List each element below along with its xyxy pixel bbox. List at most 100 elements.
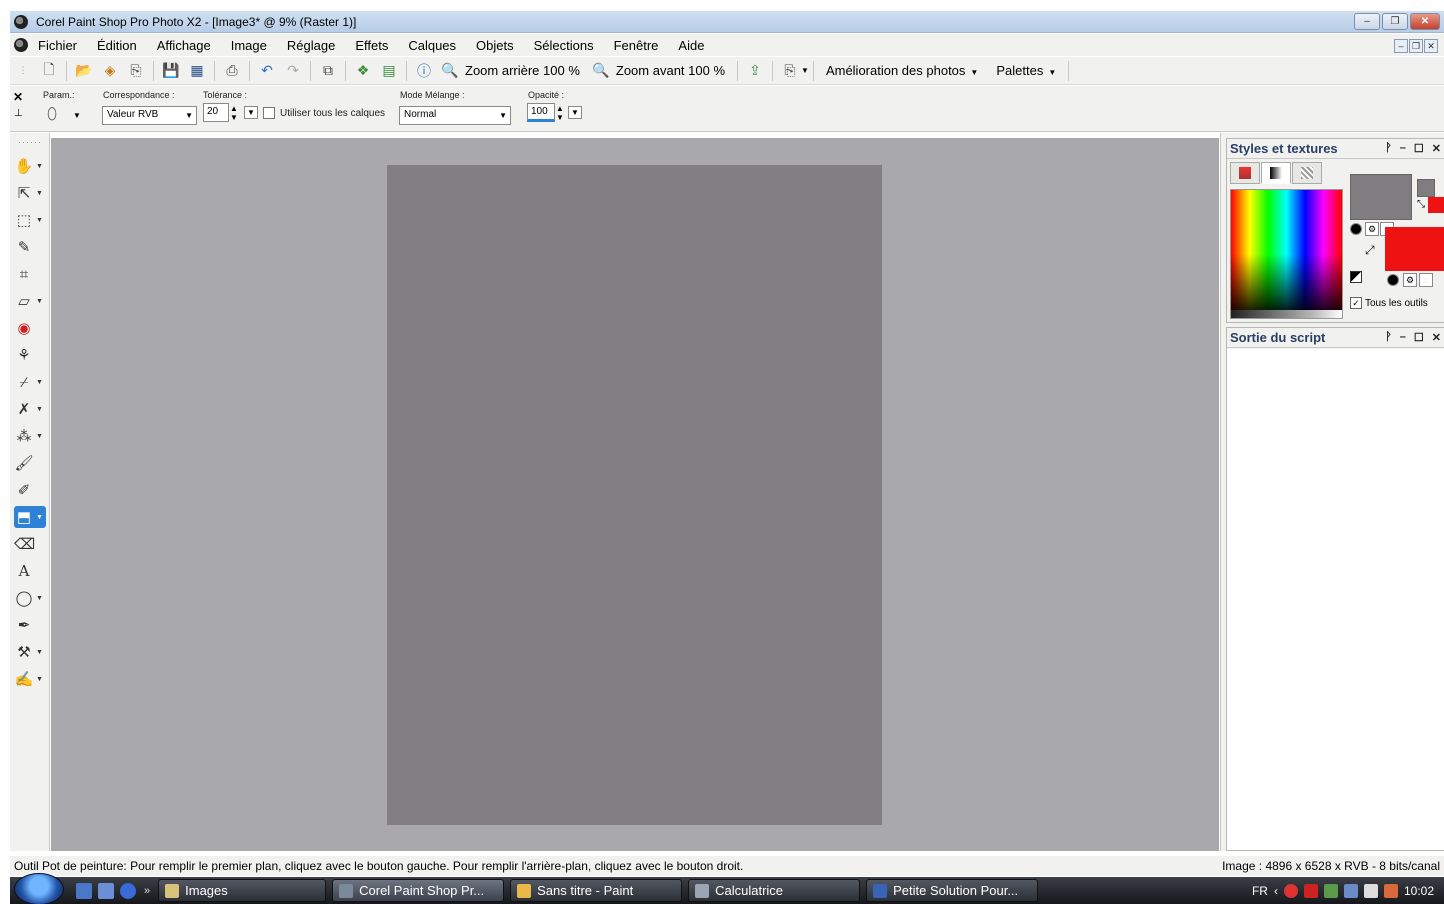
swap-small-icon[interactable]: ⤡ [1417,199,1425,210]
background-swatch[interactable] [1385,227,1444,271]
maximize-icon[interactable]: ☐ [1414,331,1424,344]
menu-reglage[interactable]: Réglage [287,38,335,53]
copy-icon[interactable]: ⎘ [780,61,800,81]
tolerance-dropdown-icon[interactable]: ▼ [244,106,258,119]
restore-button[interactable]: ❐ [1382,13,1408,30]
fg-gradient-icon[interactable]: ⚙ [1365,222,1379,236]
minimize-button[interactable]: – [1354,13,1380,30]
menu-effets[interactable]: Effets [355,38,388,53]
dodge-tool[interactable]: ⁂ ▼ [14,425,48,447]
document-icon[interactable] [14,38,28,52]
menu-objets[interactable]: Objets [476,38,514,53]
network-icon[interactable] [1323,883,1338,898]
all-tools-option[interactable]: ✓ Tous les outils [1350,297,1428,309]
foreground-small-swatch[interactable] [1417,179,1435,197]
grayscale-strip[interactable] [1231,310,1342,318]
clock[interactable]: 10:02 [1404,884,1434,898]
all-tools-checkbox[interactable]: ✓ [1350,297,1362,309]
task-images[interactable]: Images [158,879,327,902]
tab-frequent-colors[interactable] [1230,162,1260,184]
task-paint[interactable]: Sans titre - Paint [510,879,683,902]
new-file-icon[interactable]: 🗋 [39,61,59,81]
toolbar-grip-icon[interactable]: ⋮ [13,61,33,81]
print-icon[interactable]: ⎙ [222,61,242,81]
pin-icon[interactable]: ᚹ [1385,331,1392,344]
switch-windows-icon[interactable] [98,882,114,899]
text-tool[interactable]: A [14,560,48,582]
zoom-in-icon[interactable]: 🔍 [591,61,611,81]
scratch-remover-tool[interactable]: ✗ ▼ [14,398,48,420]
app-icon[interactable] [14,14,28,29]
share-icon[interactable]: ⇪ [745,61,765,81]
menu-selections[interactable]: Sélections [534,38,594,53]
layers-icon[interactable]: ❖ [353,61,373,81]
doc-minimize-icon[interactable]: – [1394,39,1408,53]
doc-restore-icon[interactable]: ❐ [1409,39,1423,53]
makeover-tool[interactable]: ⚘ [14,344,48,366]
script-output-area[interactable] [1227,349,1444,850]
foreground-swatch[interactable] [1350,174,1412,220]
battery-icon[interactable] [1363,883,1378,898]
match-mode-select[interactable]: Valeur RVB ▼ [102,106,197,125]
tools-grip-icon[interactable]: ······ [18,137,42,147]
menu-image[interactable]: Image [231,38,267,53]
antivirus-icon[interactable] [1283,883,1298,898]
redo-icon[interactable]: ↷ [283,61,303,81]
warp-brush-tool[interactable]: ⚒ ▼ [14,641,48,663]
pick-tool[interactable]: ⇱ ▼ [14,182,48,204]
pen-tool[interactable]: ✒ [14,614,48,636]
bg-color-mode-icon[interactable] [1387,274,1399,286]
pin-icon[interactable]: ⊥ [14,108,23,119]
blend-mode-select[interactable]: Normal ▼ [399,106,511,125]
maximize-icon[interactable]: ☐ [1414,142,1424,155]
menu-fichier[interactable]: Fichier [38,38,77,53]
doc-close-icon[interactable]: ✕ [1424,39,1438,53]
minimize-icon[interactable]: – [1400,142,1406,155]
swap-colors-icon[interactable]: ⤢ [1365,243,1375,258]
background-small-swatch[interactable] [1428,197,1444,213]
paint-brush-tool[interactable]: 🖌 [14,452,48,474]
art-media-tool[interactable]: ✍ ▼ [14,668,48,690]
close-icon[interactable]: ✕ [1432,142,1441,155]
language-indicator[interactable]: FR [1252,884,1268,898]
volume-icon[interactable] [1383,883,1398,898]
all-layers-checkbox[interactable] [263,107,275,119]
red-eye-tool[interactable]: ◉ [14,317,48,339]
tab-rainbow[interactable] [1261,162,1291,184]
menu-aide[interactable]: Aide [678,38,704,53]
presets-icon[interactable]: ⬯ [47,106,57,124]
workspace[interactable] [51,138,1219,851]
opacity-dropdown-icon[interactable]: ▼ [568,106,582,119]
presets-dropdown-icon[interactable]: ▼ [73,111,81,120]
pin-icon[interactable]: ᚹ [1385,142,1392,155]
browser-icon[interactable] [120,882,136,899]
opacity-spinner-icon[interactable]: ▲ ▼ [556,104,564,122]
tolerance-input[interactable]: 20 [203,103,229,122]
task-calculator[interactable]: Calculatrice [688,879,861,902]
browse-icon[interactable]: ◈ [100,61,120,81]
palettes-menu[interactable]: Palettes ▼ [996,63,1056,78]
bg-gradient-icon[interactable]: ⚙ [1403,273,1417,287]
flood-fill-tool[interactable]: ⬒ ▼ [14,506,46,528]
open-folder-icon[interactable]: 📂 [74,61,94,81]
close-icon[interactable]: ✕ [1432,331,1441,344]
image-canvas[interactable] [387,165,882,825]
menu-edition[interactable]: Édition [97,38,137,53]
fg-color-mode-icon[interactable] [1350,223,1362,235]
photo-enhance-menu[interactable]: Amélioration des photos ▼ [826,63,978,78]
undo-icon[interactable]: ↶ [257,61,277,81]
menu-affichage[interactable]: Affichage [157,38,211,53]
selection-tool[interactable]: ⬚ ▼ [14,209,48,231]
crop-tool[interactable]: ⌗ [14,263,48,285]
zoom-out-button[interactable]: Zoom arrière 100 % [465,63,580,78]
color-replacer-tool[interactable]: ✐ [14,479,48,501]
zoom-out-icon[interactable]: 🔍 [440,61,460,81]
clone-tool[interactable]: ⌿ ▼ [14,371,48,393]
minimize-icon[interactable]: – [1400,331,1406,344]
menu-calques[interactable]: Calques [408,38,456,53]
tab-swatches[interactable] [1292,162,1322,184]
scan-icon[interactable]: ⎘ [126,61,146,81]
shape-tool[interactable]: ◯ ▼ [14,587,48,609]
bg-texture-icon[interactable]: ◌ [1419,273,1433,287]
start-button[interactable] [14,872,64,904]
